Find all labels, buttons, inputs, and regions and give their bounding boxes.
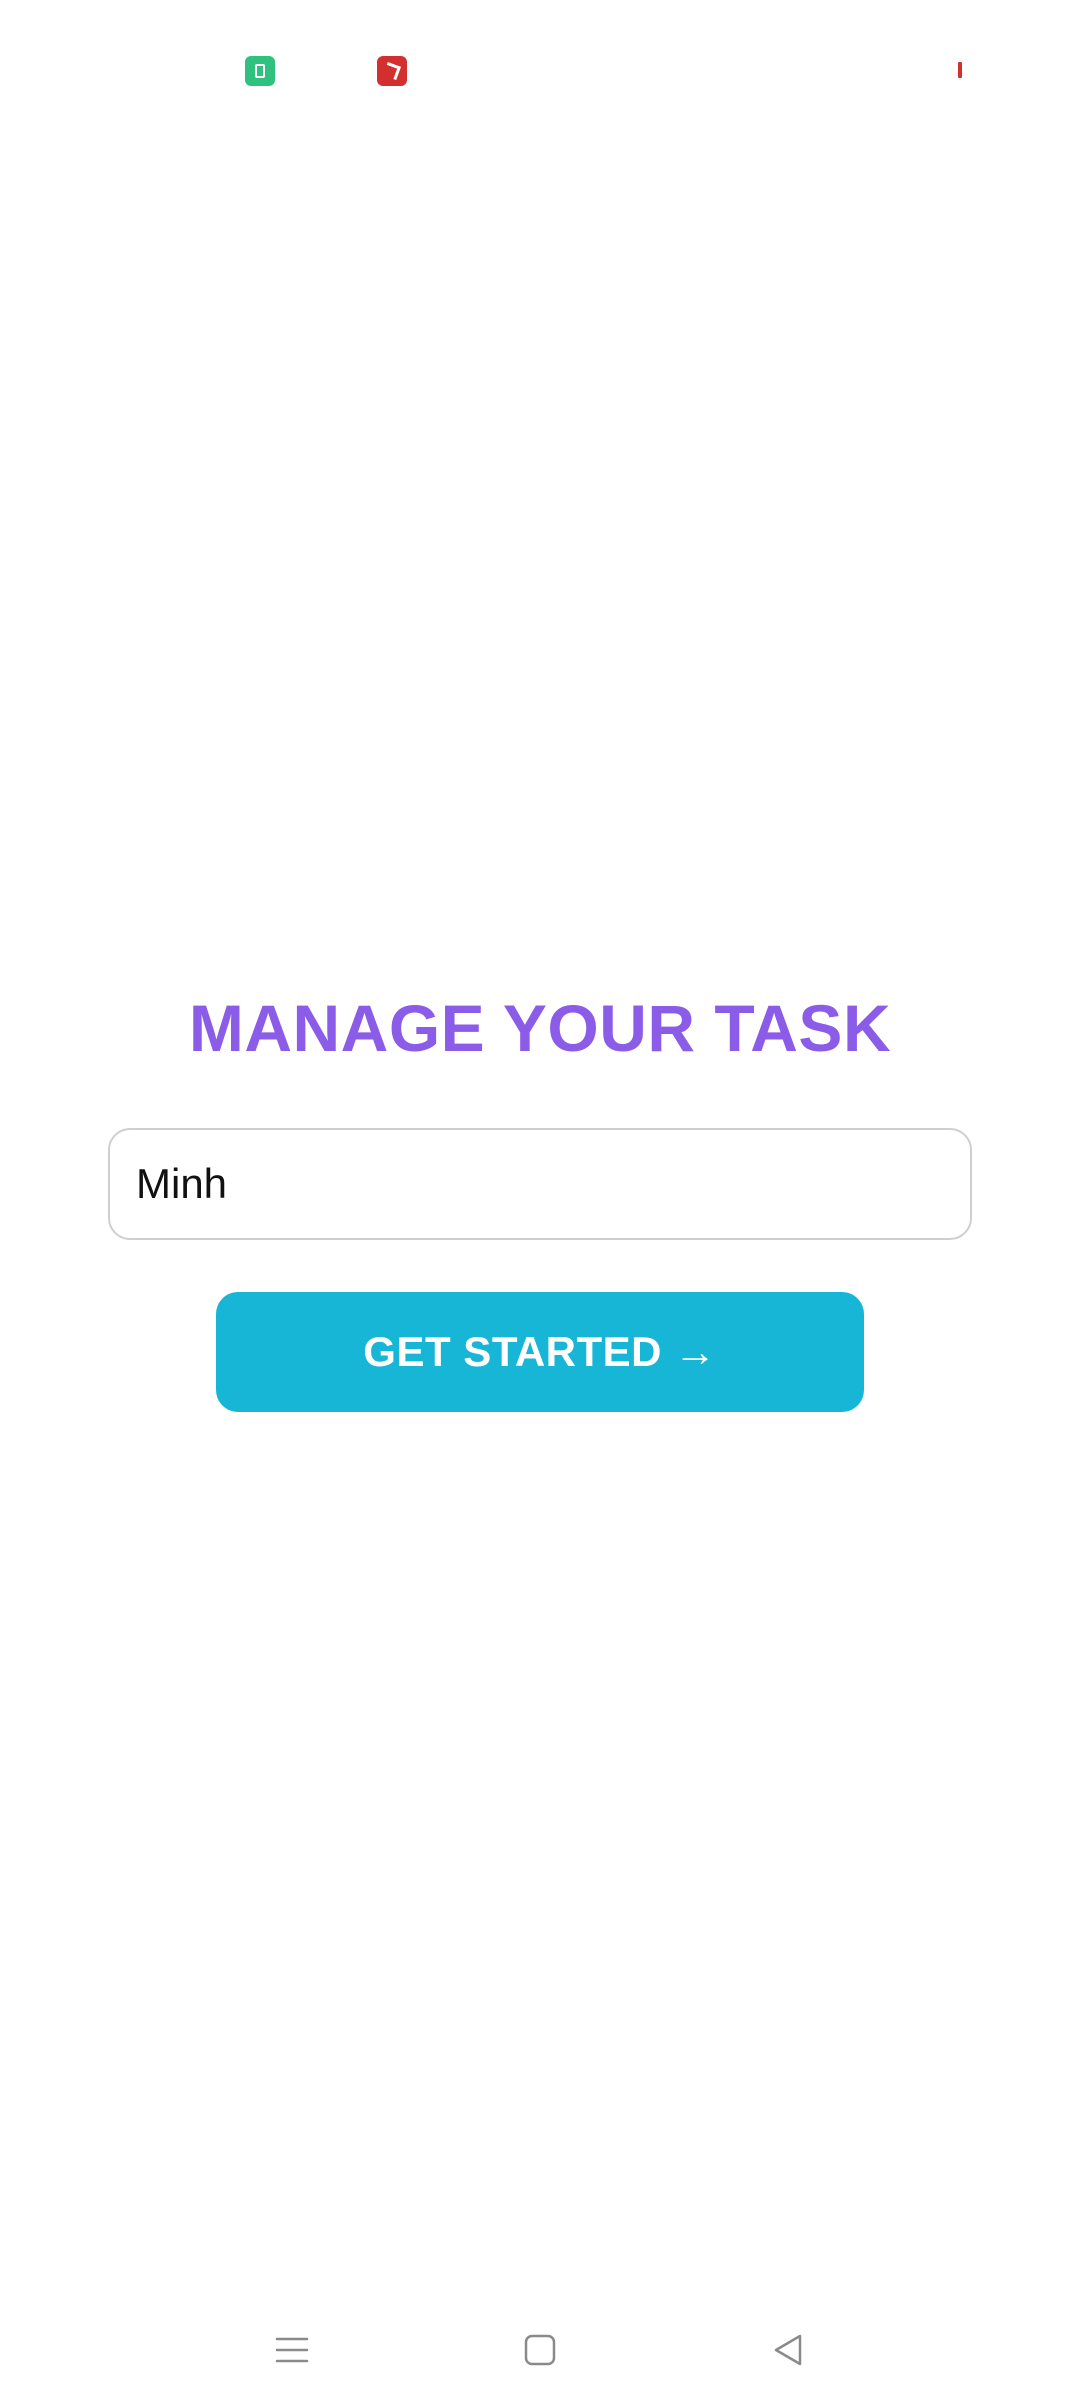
home-icon[interactable]	[510, 2320, 570, 2380]
game-app-icon	[377, 56, 407, 86]
battery-low-indicator	[958, 62, 962, 78]
app-screen: MANAGE YOUR TASK GET STARTED →	[0, 0, 1080, 2400]
back-icon[interactable]	[758, 2320, 818, 2380]
menu-icon[interactable]	[262, 2320, 322, 2380]
app-notification-icon	[245, 56, 275, 86]
navigation-bar	[0, 2300, 1080, 2400]
name-input[interactable]	[136, 1130, 936, 1238]
get-started-button[interactable]: GET STARTED →	[216, 1292, 864, 1412]
name-field-container[interactable]	[108, 1128, 972, 1240]
page-title: MANAGE YOUR TASK	[188, 991, 892, 1065]
status-bar	[0, 0, 1080, 140]
